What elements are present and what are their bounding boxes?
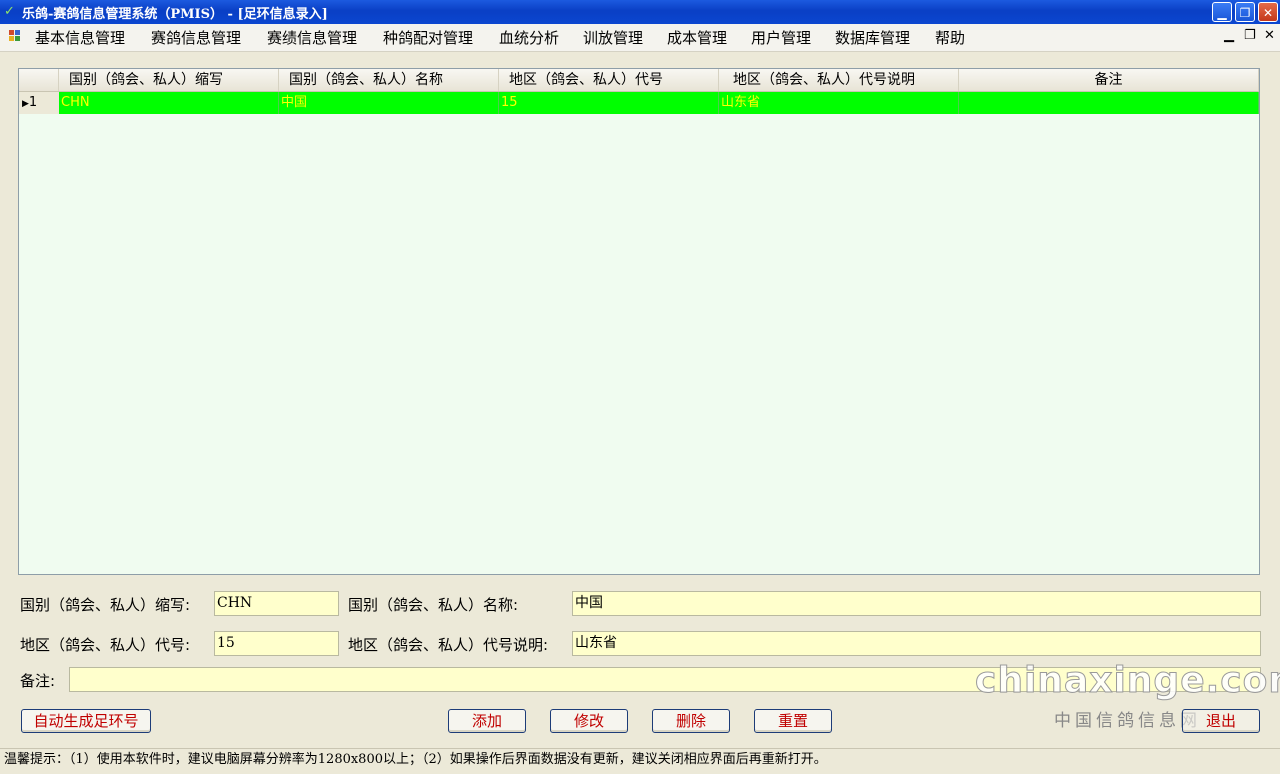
cell-note[interactable] <box>959 92 1259 114</box>
current-row-icon: ▶ <box>22 99 29 109</box>
menu-database-management[interactable]: 数据库管理 <box>835 27 910 48</box>
header-note[interactable]: 备注 <box>959 69 1259 91</box>
desc-label: 地区（鸽会、私人）代号说明: <box>348 636 549 654</box>
exit-button[interactable]: 退出 <box>1182 709 1260 733</box>
header-code[interactable]: 地区（鸽会、私人）代号 <box>499 69 719 91</box>
abbr-label: 国别（鸽会、私人）缩写: <box>20 596 191 614</box>
auto-generate-ring-button[interactable]: 自动生成足环号 <box>21 709 151 733</box>
header-name[interactable]: 国别（鸽会、私人）名称 <box>279 69 499 91</box>
minimize-button[interactable]: ▁ <box>1212 2 1232 22</box>
delete-button[interactable]: 删除 <box>652 709 730 733</box>
row-header[interactable]: ▶1 <box>19 92 60 114</box>
title-bar: ✓ 乐鸽-赛鸽信息管理系统（PMIS） - [足环信息录入] ▁ ❐ ✕ <box>0 0 1280 24</box>
status-bar: 温馨提示：（1）使用本软件时，建议电脑屏幕分辨率为1280x800以上；（2）如… <box>0 748 1280 774</box>
menu-training-release[interactable]: 训放管理 <box>583 27 643 48</box>
mdi-restore-icon[interactable]: ❐ <box>1244 28 1256 43</box>
grid-header: 国别（鸽会、私人）缩写 国别（鸽会、私人）名称 地区（鸽会、私人）代号 地区（鸽… <box>19 69 1259 92</box>
ring-info-grid[interactable]: 国别（鸽会、私人）缩写 国别（鸽会、私人）名称 地区（鸽会、私人）代号 地区（鸽… <box>18 68 1260 575</box>
menu-cost-management[interactable]: 成本管理 <box>667 27 727 48</box>
window-title: 乐鸽-赛鸽信息管理系统（PMIS） - [足环信息录入] <box>22 7 328 22</box>
reset-button[interactable]: 重置 <box>754 709 832 733</box>
header-abbr[interactable]: 国别（鸽会、私人）缩写 <box>59 69 279 91</box>
edit-button[interactable]: 修改 <box>550 709 628 733</box>
menu-basic-info[interactable]: 基本信息管理 <box>35 27 125 48</box>
watermark-logo: chinaxinge.com <box>975 660 1280 702</box>
close-button[interactable]: ✕ <box>1258 2 1278 22</box>
watermark-subtitle: 中国信鸽信息网 <box>1054 711 1201 731</box>
name-field[interactable]: 中国 <box>572 591 1261 616</box>
code-field[interactable]: 15 <box>214 631 339 656</box>
menu-breeding-pairs[interactable]: 种鸽配对管理 <box>383 27 473 48</box>
menu-pedigree-analysis[interactable]: 血统分析 <box>499 27 559 48</box>
code-label: 地区（鸽会、私人）代号: <box>20 636 191 654</box>
name-label: 国别（鸽会、私人）名称: <box>348 596 519 614</box>
note-label: 备注: <box>20 672 56 690</box>
app-icon: ✓ <box>4 4 15 19</box>
table-row[interactable]: ▶1 CHN 中国 15 山东省 <box>19 92 1259 114</box>
menu-racing-pigeon-info[interactable]: 赛鸽信息管理 <box>151 27 241 48</box>
cell-desc[interactable]: 山东省 <box>719 92 959 114</box>
menu-race-results[interactable]: 赛绩信息管理 <box>267 27 357 48</box>
restore-button[interactable]: ❐ <box>1235 2 1255 22</box>
mdi-minimize-icon[interactable]: ▁ <box>1224 28 1234 43</box>
menu-bar: 基本信息管理 赛鸽信息管理 赛绩信息管理 种鸽配对管理 血统分析 训放管理 成本… <box>0 24 1280 52</box>
abbr-field[interactable]: CHN <box>214 591 339 616</box>
menu-user-management[interactable]: 用户管理 <box>751 27 811 48</box>
cell-name[interactable]: 中国 <box>279 92 499 114</box>
desc-field[interactable]: 山东省 <box>572 631 1261 656</box>
add-button[interactable]: 添加 <box>448 709 526 733</box>
mdi-child-icon[interactable] <box>9 30 21 42</box>
header-desc[interactable]: 地区（鸽会、私人）代号说明 <box>719 69 959 91</box>
header-corner <box>19 69 59 91</box>
cell-code[interactable]: 15 <box>499 92 719 114</box>
mdi-close-icon[interactable]: ✕ <box>1264 28 1275 43</box>
menu-help[interactable]: 帮助 <box>935 27 965 48</box>
cell-abbr[interactable]: CHN <box>59 92 279 114</box>
